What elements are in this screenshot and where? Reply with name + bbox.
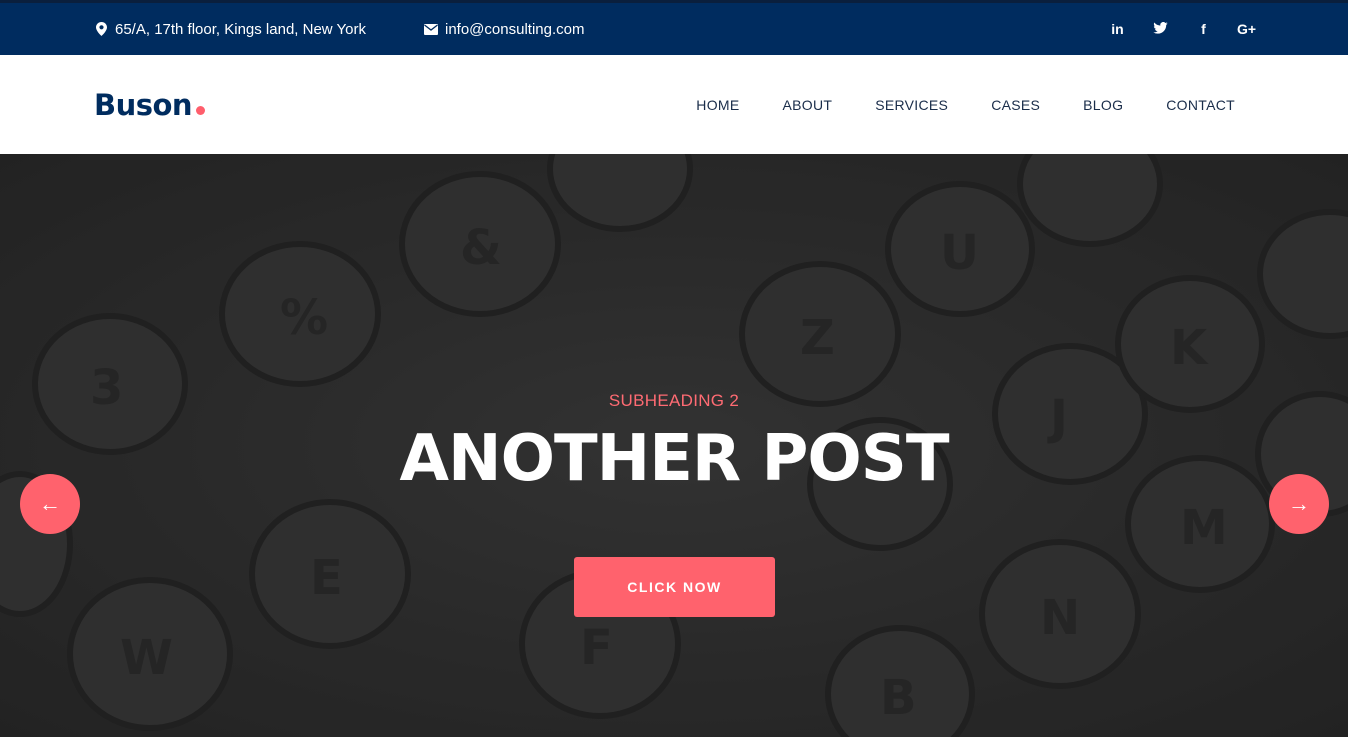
address-text: 65/A, 17th floor, Kings land, New York	[115, 20, 366, 38]
arrow-right-icon: →	[1288, 491, 1310, 516]
prev-slide-button[interactable]: ←	[20, 474, 80, 534]
address-info: 65/A, 17th floor, Kings land, New York	[94, 3, 366, 55]
twitter-icon[interactable]	[1151, 21, 1170, 37]
nav-cases[interactable]: CASES	[991, 97, 1040, 113]
linkedin-icon[interactable]: in	[1108, 21, 1127, 37]
google-plus-icon[interactable]: G+	[1237, 21, 1256, 37]
email-info[interactable]: info@consulting.com	[424, 3, 584, 55]
arrow-left-icon: ←	[39, 491, 61, 516]
hero-title: ANOTHER POST	[399, 422, 949, 496]
hero-slider: 3 % & Z U J K E W F N M B SUBHEADING 2 A…	[0, 154, 1348, 737]
map-pin-icon	[94, 22, 108, 36]
nav-services[interactable]: SERVICES	[875, 97, 948, 113]
envelope-icon	[424, 22, 438, 36]
nav-home[interactable]: HOME	[696, 97, 739, 113]
top-bar: 65/A, 17th floor, Kings land, New York i…	[0, 0, 1348, 55]
hero-subheading: SUBHEADING 2	[608, 391, 740, 410]
nav-about[interactable]: ABOUT	[783, 97, 833, 113]
site-logo[interactable]: Buson	[94, 88, 206, 122]
click-now-button[interactable]: CLICK NOW	[574, 557, 775, 617]
main-header: Buson HOME ABOUT SERVICES CASES BLOG CON…	[0, 55, 1348, 154]
next-slide-button[interactable]: →	[1269, 474, 1329, 534]
social-links: in f G+	[1108, 3, 1256, 55]
logo-dot	[196, 106, 206, 115]
main-nav: HOME ABOUT SERVICES CASES BLOG CONTACT	[696, 55, 1235, 154]
facebook-icon[interactable]: f	[1194, 21, 1213, 37]
nav-contact[interactable]: CONTACT	[1166, 97, 1235, 113]
nav-blog[interactable]: BLOG	[1083, 97, 1123, 113]
email-text[interactable]: info@consulting.com	[445, 21, 584, 38]
logo-text[interactable]: Buson	[94, 88, 193, 122]
